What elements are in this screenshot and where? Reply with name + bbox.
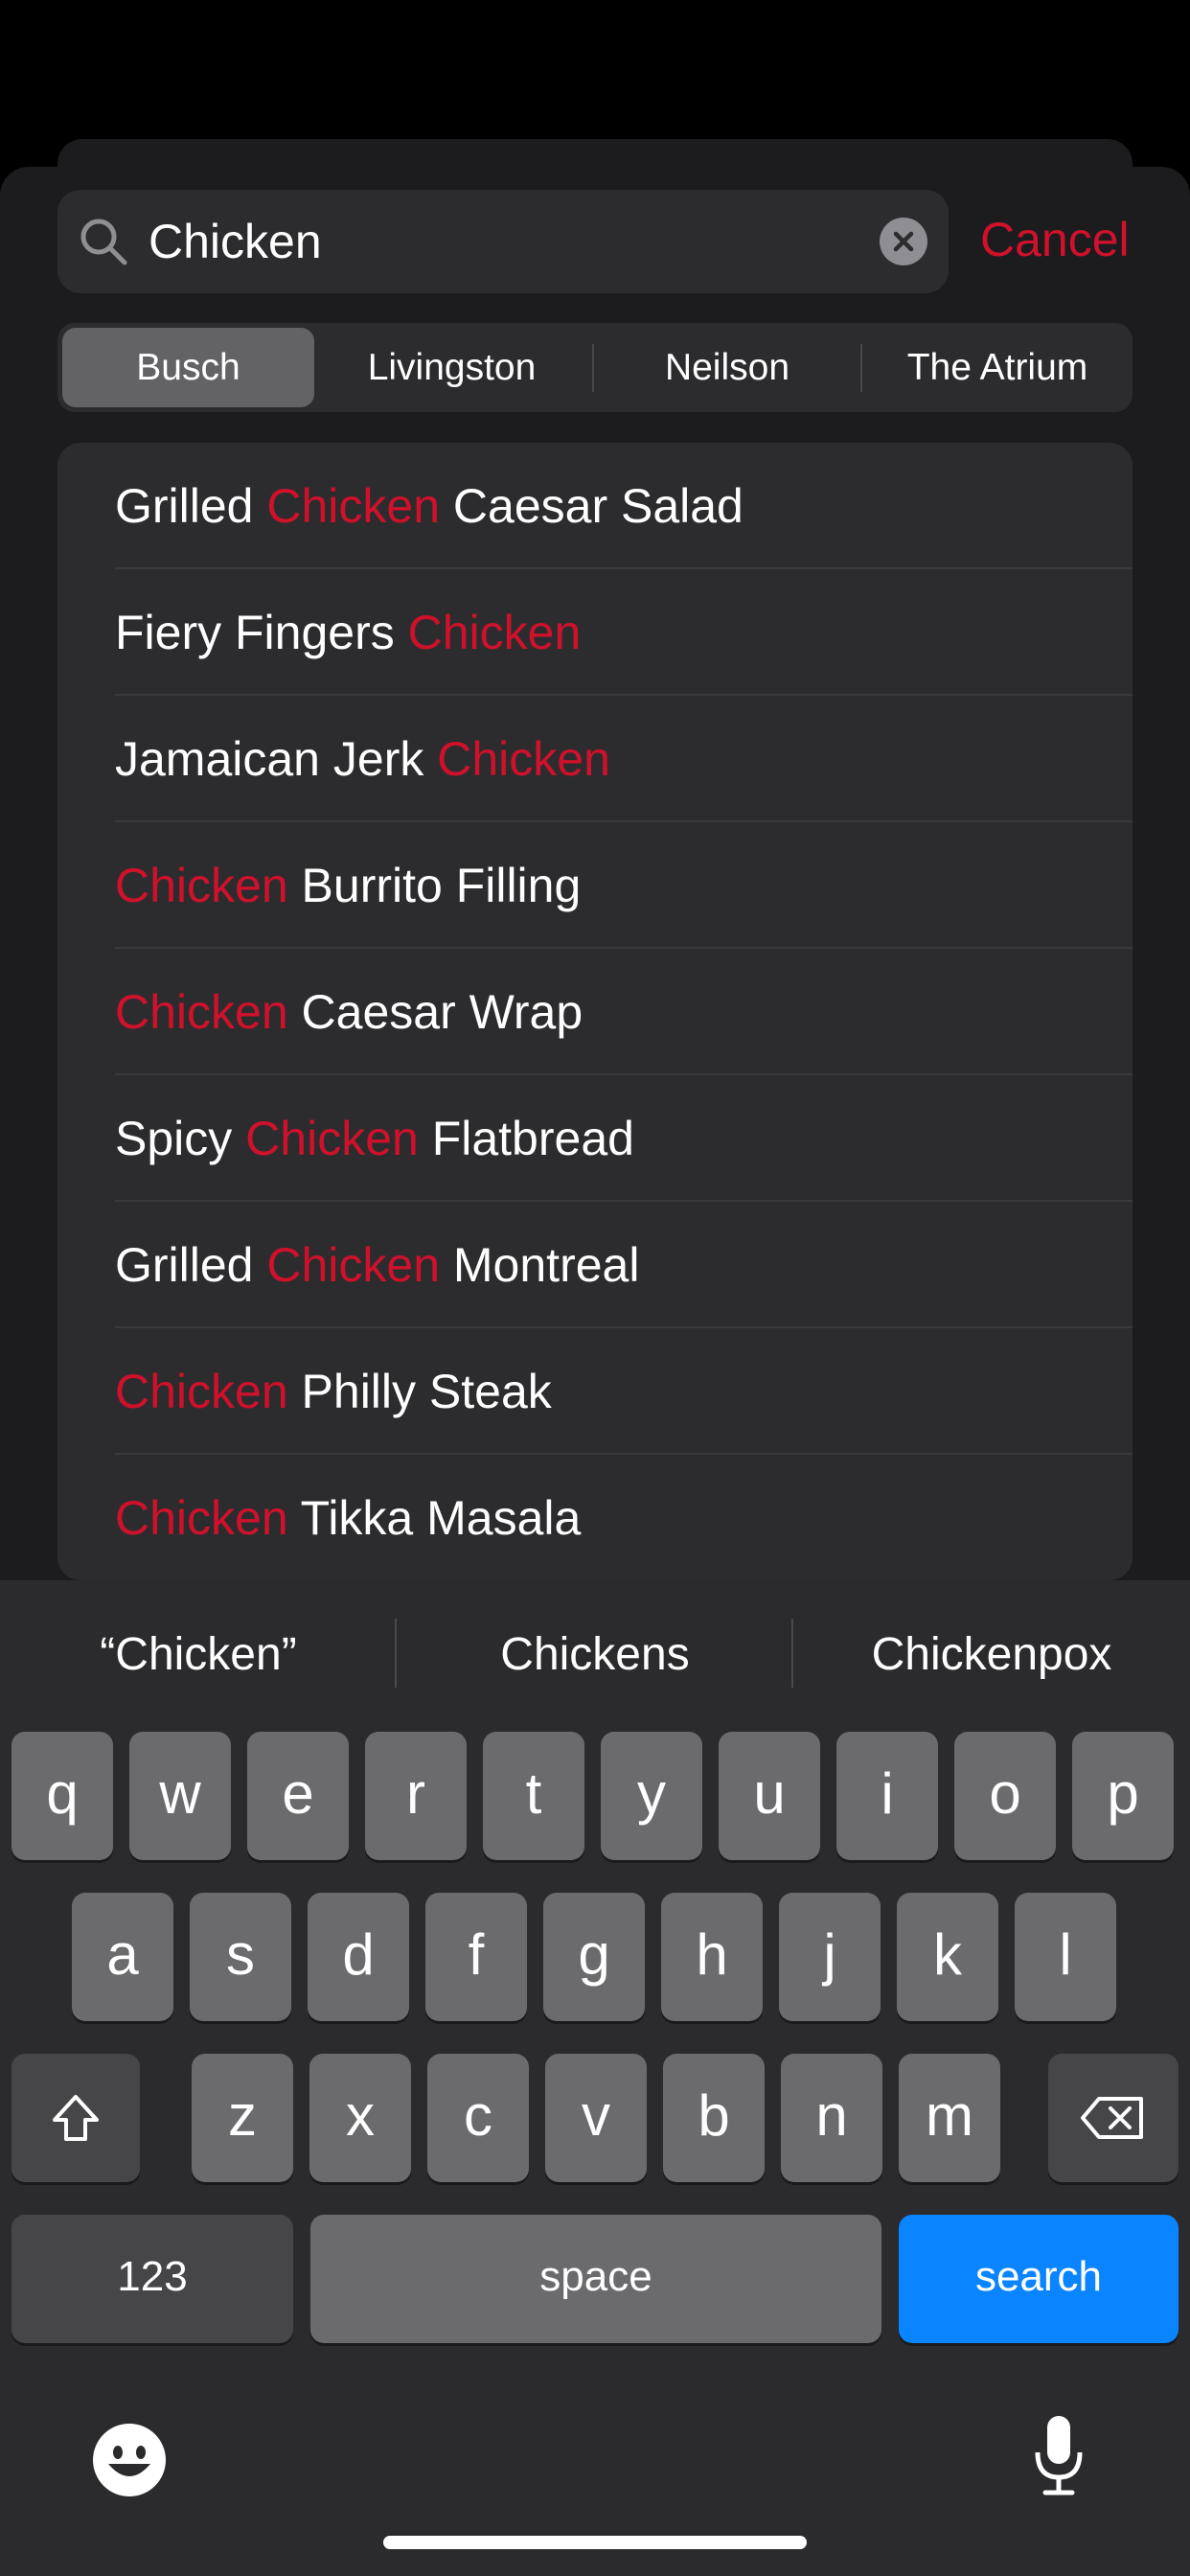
match-highlight: Chicken	[266, 1238, 441, 1292]
results-list: Grilled Chicken Caesar Salad Fiery Finger…	[57, 443, 1133, 1580]
result-text: Tikka Masala	[287, 1491, 582, 1545]
match-highlight: Chicken	[115, 1365, 288, 1418]
key-q[interactable]: q	[11, 1732, 113, 1860]
result-row[interactable]: Chicken Philly Steak	[57, 1328, 1133, 1455]
result-row[interactable]: Chicken Burrito Filling	[57, 822, 1133, 949]
key-b[interactable]: b	[663, 2054, 765, 2182]
key-n[interactable]: n	[781, 2054, 882, 2182]
result-label: Jamaican Jerk Chicken	[115, 696, 610, 822]
microphone-icon[interactable]	[1030, 2412, 1087, 2498]
key-j[interactable]: j	[779, 1893, 881, 2021]
key-y[interactable]: y	[601, 1732, 702, 1860]
result-label: Grilled Chicken Caesar Salad	[115, 443, 744, 569]
match-highlight: Chicken	[407, 606, 582, 659]
key-v[interactable]: v	[545, 2054, 647, 2182]
result-row[interactable]: Fiery Fingers Chicken	[57, 569, 1133, 696]
cancel-button[interactable]: Cancel	[980, 190, 1130, 293]
result-row[interactable]: Chicken Caesar Wrap	[57, 949, 1133, 1075]
numbers-key[interactable]: 123	[11, 2215, 293, 2343]
key-o[interactable]: o	[954, 1732, 1056, 1860]
result-text: Grilled	[115, 1238, 267, 1292]
result-row[interactable]: Jamaican Jerk Chicken	[57, 696, 1133, 822]
suggestion-1[interactable]: “Chicken”	[0, 1580, 397, 1730]
key-x[interactable]: x	[309, 2054, 411, 2182]
key-l[interactable]: l	[1015, 1893, 1116, 2021]
result-text: Philly Steak	[287, 1365, 552, 1418]
result-row[interactable]: Chicken Tikka Masala	[57, 1455, 1133, 1580]
match-highlight: Chicken	[115, 1491, 288, 1545]
key-d[interactable]: d	[308, 1893, 409, 2021]
result-text: Burrito Filling	[287, 859, 582, 912]
result-text: Montreal	[440, 1238, 640, 1292]
delete-key[interactable]	[1048, 2054, 1179, 2182]
search-icon	[80, 218, 127, 265]
key-g[interactable]: g	[543, 1893, 645, 2021]
result-label: Grilled Chicken Montreal	[115, 1202, 639, 1328]
result-label: Chicken Philly Steak	[115, 1328, 552, 1455]
key-w[interactable]: w	[129, 1732, 231, 1860]
shift-key[interactable]	[11, 2054, 140, 2182]
match-highlight: Chicken	[115, 985, 288, 1039]
suggestion-3[interactable]: Chickenpox	[793, 1580, 1190, 1730]
search-field[interactable]: Chicken	[57, 190, 949, 293]
key-h[interactable]: h	[661, 1893, 763, 2021]
result-text: Spicy	[115, 1112, 246, 1165]
key-u[interactable]: u	[719, 1732, 820, 1860]
segment-divider	[860, 344, 862, 392]
segment-the-atrium[interactable]: The Atrium	[864, 328, 1131, 407]
segment-livingston[interactable]: Livingston	[326, 328, 578, 407]
result-row[interactable]: Grilled Chicken Caesar Salad	[57, 443, 1133, 569]
emoji-icon[interactable]	[91, 2422, 168, 2498]
segment-busch[interactable]: Busch	[62, 328, 314, 407]
match-highlight: Chicken	[266, 479, 441, 533]
result-label: Chicken Tikka Masala	[115, 1455, 581, 1580]
match-highlight: Chicken	[115, 859, 288, 912]
key-e[interactable]: e	[247, 1732, 349, 1860]
clear-text-icon[interactable]	[880, 218, 927, 265]
keyboard: “Chicken” Chickens Chickenpox 123 space …	[0, 1580, 1190, 2576]
key-k[interactable]: k	[897, 1893, 998, 2021]
result-row[interactable]: Spicy Chicken Flatbread	[57, 1075, 1133, 1202]
key-r[interactable]: r	[365, 1732, 467, 1860]
result-text: Jamaican Jerk	[115, 732, 438, 786]
location-segmented-control: Busch Livingston Neilson The Atrium	[57, 323, 1133, 412]
result-text: Caesar Wrap	[287, 985, 584, 1039]
backspace-icon	[1081, 2097, 1143, 2139]
key-c[interactable]: c	[427, 2054, 529, 2182]
match-highlight: Chicken	[437, 732, 610, 786]
search-input[interactable]: Chicken	[149, 190, 322, 293]
result-text: Flatbread	[418, 1112, 634, 1165]
result-row[interactable]: Grilled Chicken Montreal	[57, 1202, 1133, 1328]
shift-icon	[53, 2095, 99, 2141]
match-highlight: Chicken	[245, 1112, 419, 1165]
key-i[interactable]: i	[836, 1732, 938, 1860]
result-text: Grilled	[115, 479, 267, 533]
space-key[interactable]: space	[310, 2215, 881, 2343]
key-a[interactable]: a	[72, 1893, 173, 2021]
segment-neilson[interactable]: Neilson	[594, 328, 860, 407]
result-label: Spicy Chicken Flatbread	[115, 1075, 634, 1202]
key-m[interactable]: m	[899, 2054, 1000, 2182]
result-text: Caesar Salad	[440, 479, 744, 533]
key-p[interactable]: p	[1072, 1732, 1174, 1860]
result-label: Fiery Fingers Chicken	[115, 569, 581, 696]
key-t[interactable]: t	[483, 1732, 584, 1860]
result-text: Fiery Fingers	[115, 606, 408, 659]
key-z[interactable]: z	[192, 2054, 293, 2182]
result-label: Chicken Caesar Wrap	[115, 949, 583, 1075]
key-s[interactable]: s	[190, 1893, 291, 2021]
key-f[interactable]: f	[425, 1893, 527, 2021]
result-label: Chicken Burrito Filling	[115, 822, 581, 949]
home-indicator	[383, 2536, 807, 2549]
suggestion-2[interactable]: Chickens	[397, 1580, 793, 1730]
search-key[interactable]: search	[899, 2215, 1179, 2343]
